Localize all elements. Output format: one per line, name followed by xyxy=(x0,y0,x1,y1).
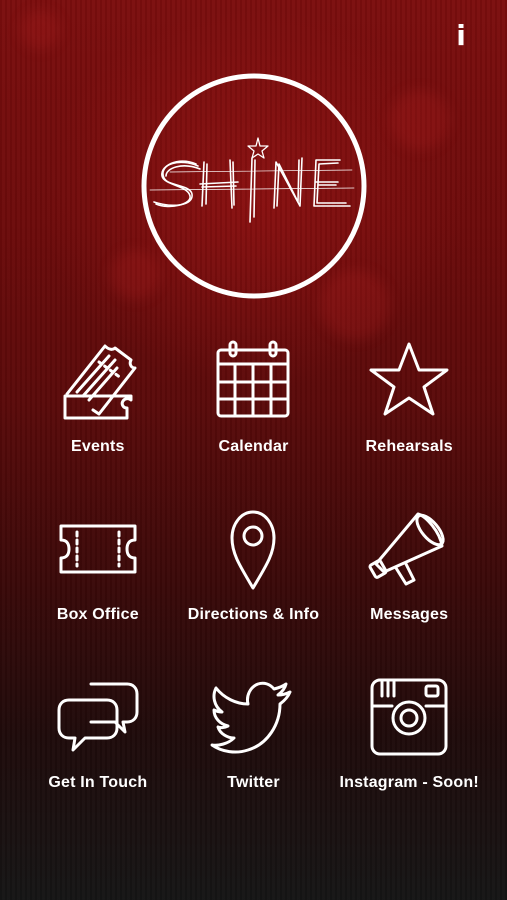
twitter-bird-icon xyxy=(208,672,298,762)
menu-label: Events xyxy=(70,438,125,455)
bokeh-light xyxy=(20,10,60,50)
bokeh-light xyxy=(390,90,450,150)
menu-label: Directions & Info xyxy=(187,606,320,623)
menu-item-rehearsals[interactable]: Rehearsals xyxy=(331,330,487,486)
box-office-ticket-icon xyxy=(53,504,143,594)
menu-grid: Events Calendar Rehearsals Box Office Di… xyxy=(20,330,487,822)
menu-item-messages[interactable]: Messages xyxy=(331,498,487,654)
calendar-icon xyxy=(208,336,298,426)
info-button[interactable]: i xyxy=(451,18,471,54)
menu-label: Rehearsals xyxy=(365,438,453,455)
menu-item-calendar[interactable]: Calendar xyxy=(176,330,332,486)
menu-label: Instagram - Soon! xyxy=(339,774,479,791)
menu-label: Twitter xyxy=(227,774,280,791)
menu-item-events[interactable]: Events xyxy=(20,330,176,486)
menu-label: Get In Touch xyxy=(48,774,148,791)
menu-item-get-in-touch[interactable]: Get In Touch xyxy=(20,666,176,822)
ticket-icon xyxy=(53,336,143,426)
chat-bubbles-icon xyxy=(53,672,143,762)
menu-item-twitter[interactable]: Twitter xyxy=(176,666,332,822)
menu-item-instagram[interactable]: Instagram - Soon! xyxy=(331,666,487,822)
menu-label: Calendar xyxy=(218,438,289,455)
shine-logo xyxy=(140,72,368,300)
map-pin-icon xyxy=(208,504,298,594)
instagram-camera-icon xyxy=(364,672,454,762)
megaphone-icon xyxy=(364,504,454,594)
menu-item-box-office[interactable]: Box Office xyxy=(20,498,176,654)
star-icon xyxy=(364,336,454,426)
menu-label: Box Office xyxy=(56,606,139,623)
menu-item-directions-info[interactable]: Directions & Info xyxy=(176,498,332,654)
menu-label: Messages xyxy=(370,606,449,623)
